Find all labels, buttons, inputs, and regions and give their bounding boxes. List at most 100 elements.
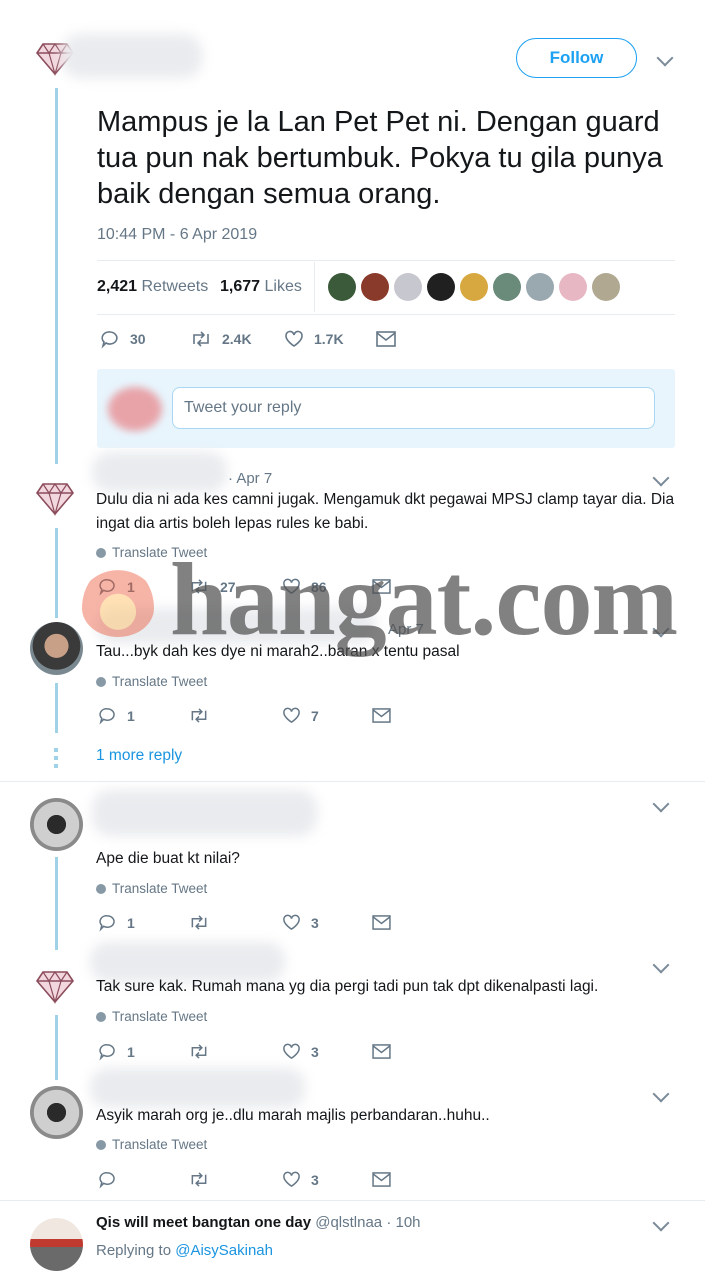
divider bbox=[0, 781, 705, 782]
user-avatar[interactable] bbox=[30, 1086, 83, 1139]
like-count: 7 bbox=[311, 707, 319, 724]
like-action[interactable]: 7 bbox=[282, 706, 319, 725]
reply-count: 1 bbox=[127, 1043, 135, 1060]
more-replies-link[interactable]: 1 more reply bbox=[96, 747, 182, 765]
translate-label: Translate Tweet bbox=[112, 674, 208, 689]
user-avatar[interactable] bbox=[30, 622, 83, 675]
reply-action[interactable]: 30 bbox=[100, 329, 146, 349]
translate-tweet-link[interactable]: Translate Tweet bbox=[96, 674, 207, 689]
retweets-stat[interactable]: 2,421 Retweets bbox=[97, 278, 208, 296]
like-action[interactable]: 1.7K bbox=[284, 329, 344, 349]
reply-icon bbox=[99, 1044, 115, 1061]
chevron-down-icon[interactable] bbox=[656, 49, 674, 67]
divider-vertical bbox=[314, 262, 315, 312]
retweet-icon bbox=[191, 1044, 207, 1059]
diamond-avatar[interactable] bbox=[34, 968, 76, 1004]
reply-count: 1 bbox=[127, 914, 135, 931]
heart-icon bbox=[283, 914, 300, 931]
user-handle[interactable]: @qlstlnaa · 10h bbox=[315, 1214, 420, 1231]
current-user-avatar bbox=[108, 387, 162, 431]
thread-line bbox=[55, 1015, 58, 1080]
likes-count: 1,677 bbox=[220, 278, 261, 295]
chevron-down-icon[interactable] bbox=[652, 469, 670, 487]
reply-action[interactable]: 1 bbox=[98, 706, 135, 725]
envelope-icon bbox=[372, 708, 391, 723]
user-avatar[interactable] bbox=[30, 1218, 83, 1271]
user-avatar[interactable] bbox=[30, 798, 83, 851]
retweet-action[interactable] bbox=[188, 706, 220, 725]
liker-avatars[interactable] bbox=[328, 273, 620, 301]
thread-line bbox=[55, 857, 58, 950]
replying-to-link[interactable]: @AisySakinah bbox=[175, 1242, 273, 1259]
reply-action[interactable] bbox=[98, 1170, 127, 1189]
message-action[interactable] bbox=[372, 1044, 391, 1064]
retweet-action[interactable] bbox=[188, 1170, 220, 1189]
like-action[interactable]: 3 bbox=[282, 913, 319, 932]
reply-date[interactable]: · Apr 7 bbox=[228, 470, 272, 487]
like-action[interactable]: 3 bbox=[282, 1042, 319, 1061]
thread-line bbox=[55, 683, 58, 733]
retweets-count: 2,421 bbox=[97, 278, 138, 295]
retweet-action[interactable]: 2.4K bbox=[190, 329, 252, 349]
reply-action[interactable]: 1 bbox=[98, 1042, 135, 1061]
reply-count: 30 bbox=[130, 331, 146, 347]
retweets-label: Retweets bbox=[141, 278, 209, 295]
watermark-flame-icon bbox=[82, 565, 154, 637]
tweet-timestamp[interactable]: 10:44 PM - 6 Apr 2019 bbox=[97, 226, 257, 244]
liker-avatar[interactable] bbox=[493, 273, 521, 301]
display-name[interactable]: Qis will meet bangtan one day bbox=[96, 1214, 311, 1231]
last-tweet-header: Qis will meet bangtan one day @qlstlnaa … bbox=[96, 1214, 421, 1231]
chevron-down-icon[interactable] bbox=[652, 956, 670, 974]
globe-icon bbox=[96, 1012, 106, 1022]
liker-avatar[interactable] bbox=[427, 273, 455, 301]
blurred-username bbox=[90, 1068, 305, 1108]
reply-text: Asyik marah org je..dlu marah majlis per… bbox=[96, 1107, 490, 1124]
heart-icon bbox=[285, 330, 303, 347]
diamond-avatar[interactable] bbox=[34, 480, 76, 516]
retweet-icon bbox=[191, 708, 207, 723]
follow-button[interactable]: Follow bbox=[516, 38, 637, 78]
divider bbox=[0, 1200, 705, 1201]
translate-tweet-link[interactable]: Translate Tweet bbox=[96, 1137, 207, 1152]
liker-avatar[interactable] bbox=[592, 273, 620, 301]
chevron-down-icon[interactable] bbox=[652, 795, 670, 813]
blurred-username bbox=[92, 452, 227, 492]
translate-tweet-link[interactable]: Translate Tweet bbox=[96, 881, 207, 896]
message-action[interactable] bbox=[372, 1172, 391, 1192]
globe-icon bbox=[96, 1140, 106, 1150]
message-action[interactable] bbox=[376, 331, 396, 352]
divider bbox=[97, 260, 675, 261]
translate-label: Translate Tweet bbox=[112, 1009, 208, 1024]
globe-icon bbox=[96, 677, 106, 687]
reply-text: Dulu dia ni ada kes camni jugak. Mengamu… bbox=[96, 491, 675, 532]
reply-icon bbox=[99, 915, 115, 932]
reply-action[interactable]: 1 bbox=[98, 913, 135, 932]
retweet-action[interactable] bbox=[188, 1042, 220, 1061]
retweet-action[interactable] bbox=[188, 913, 220, 932]
liker-avatar[interactable] bbox=[361, 273, 389, 301]
watermark: hangat.com bbox=[170, 542, 678, 657]
envelope-icon bbox=[372, 1044, 391, 1059]
translate-tweet-link[interactable]: Translate Tweet bbox=[96, 1009, 207, 1024]
likes-label: Likes bbox=[264, 278, 302, 295]
message-action[interactable] bbox=[372, 708, 391, 728]
chevron-down-icon[interactable] bbox=[652, 1085, 670, 1103]
heart-icon bbox=[283, 1171, 300, 1188]
liker-avatar[interactable] bbox=[328, 273, 356, 301]
replying-to-label: Replying to bbox=[96, 1242, 176, 1259]
liker-avatar[interactable] bbox=[394, 273, 422, 301]
likes-stat[interactable]: 1,677 Likes bbox=[220, 278, 302, 296]
liker-avatar[interactable] bbox=[460, 273, 488, 301]
thread-line bbox=[55, 88, 58, 464]
thread-dots bbox=[54, 748, 58, 768]
chevron-down-icon[interactable] bbox=[652, 1214, 670, 1232]
globe-icon bbox=[96, 884, 106, 894]
reply-icon bbox=[99, 1172, 115, 1189]
message-action[interactable] bbox=[372, 915, 391, 935]
like-action[interactable]: 3 bbox=[282, 1170, 319, 1189]
liker-avatar[interactable] bbox=[559, 273, 587, 301]
reply-icon bbox=[101, 331, 118, 349]
liker-avatar[interactable] bbox=[526, 273, 554, 301]
reply-input[interactable]: Tweet your reply bbox=[172, 387, 655, 429]
tweet-text: Mampus je la Lan Pet Pet ni. Dengan guar… bbox=[97, 106, 663, 210]
